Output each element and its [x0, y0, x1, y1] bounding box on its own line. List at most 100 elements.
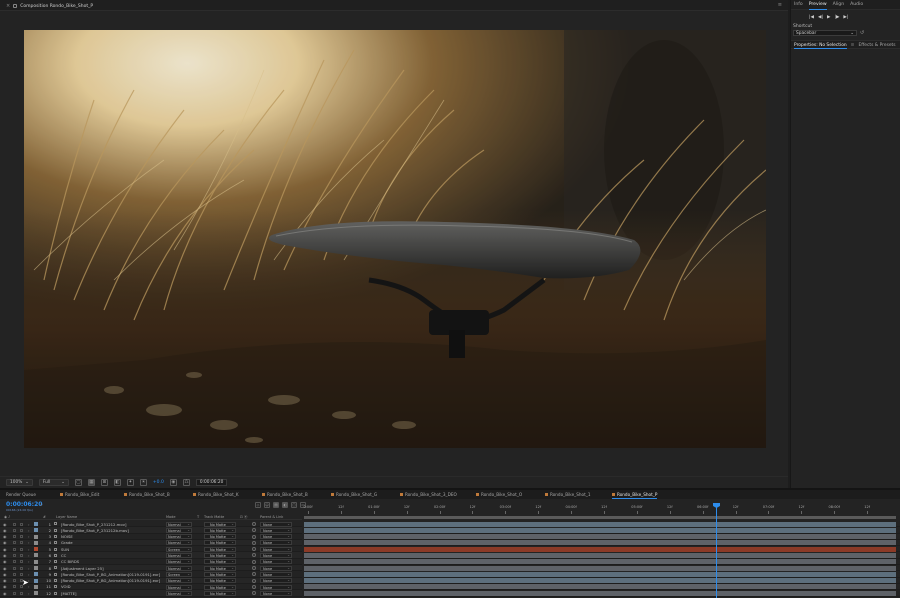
- track-matte-dropdown[interactable]: No Matte: [204, 584, 236, 590]
- label-color-swatch[interactable]: [34, 572, 38, 577]
- layer-name[interactable]: [Adjustment Layer 25]: [61, 566, 161, 571]
- magnification-dropdown[interactable]: 100% ⌄: [6, 479, 33, 486]
- previous-frame-button[interactable]: ◀|: [818, 15, 823, 20]
- blend-mode-dropdown[interactable]: Normal: [166, 559, 192, 565]
- solo-toggle[interactable]: [13, 535, 16, 539]
- eye-icon[interactable]: ◉: [3, 522, 7, 527]
- track-matte-dropdown[interactable]: No Matte: [204, 521, 236, 527]
- layer-duration-bar[interactable]: [304, 571, 896, 577]
- color-management-icon[interactable]: ✦: [126, 479, 134, 486]
- pick-whip-icon[interactable]: [252, 591, 256, 596]
- expand-chevron-icon[interactable]: ›: [28, 553, 30, 558]
- lock-toggle[interactable]: [20, 566, 23, 570]
- work-area-bar[interactable]: [304, 516, 896, 519]
- layer-duration-bar[interactable]: [304, 590, 896, 596]
- tab-comp-active[interactable]: Rondo_Bike_Shot_P: [612, 491, 658, 499]
- eye-icon[interactable]: ◉: [3, 559, 7, 564]
- blend-mode-dropdown[interactable]: Normal: [166, 534, 192, 540]
- hamburger-menu-icon[interactable]: ≡: [778, 2, 782, 8]
- layer-name[interactable]: [MATTE]: [61, 591, 161, 596]
- lock-toggle[interactable]: [20, 553, 23, 557]
- label-color-swatch[interactable]: [34, 528, 38, 533]
- layer-name[interactable]: VOID: [61, 584, 161, 589]
- layer-duration-bar[interactable]: [304, 521, 896, 527]
- pick-whip-icon[interactable]: [252, 553, 256, 558]
- expand-chevron-icon[interactable]: ›: [28, 559, 30, 564]
- expand-chevron-icon[interactable]: ›: [28, 534, 30, 539]
- pick-whip-icon[interactable]: [252, 584, 256, 589]
- layer-row[interactable]: ◉ › 12 [MATTE] Normal No Matte None: [0, 590, 302, 597]
- pick-whip-icon[interactable]: [252, 534, 256, 539]
- label-color-swatch[interactable]: [34, 547, 38, 552]
- eye-icon[interactable]: ◉: [3, 584, 7, 589]
- expand-chevron-icon[interactable]: ›: [28, 528, 30, 533]
- lock-toggle[interactable]: [20, 522, 23, 526]
- layer-duration-bar[interactable]: [304, 584, 896, 590]
- composition-viewer[interactable]: [24, 30, 766, 448]
- expand-chevron-icon[interactable]: ›: [28, 572, 30, 577]
- solo-toggle[interactable]: [13, 579, 16, 583]
- parent-dropdown[interactable]: None: [260, 546, 292, 552]
- layer-name[interactable]: Grade: [61, 540, 161, 545]
- tab-audio[interactable]: Audio: [847, 0, 866, 9]
- mask-visibility-icon[interactable]: ◧: [113, 479, 121, 486]
- label-color-swatch[interactable]: [34, 578, 38, 583]
- track-matte-dropdown[interactable]: No Matte: [204, 546, 236, 552]
- pick-whip-icon[interactable]: [252, 578, 256, 583]
- blend-mode-dropdown[interactable]: Normal: [166, 527, 192, 533]
- switches-icon[interactable]: ⊡ ⦿: [240, 515, 248, 520]
- pick-whip-icon[interactable]: [252, 528, 256, 533]
- track-matte-dropdown[interactable]: No Matte: [204, 578, 236, 584]
- pick-whip-icon[interactable]: [252, 559, 256, 564]
- lock-toggle[interactable]: [20, 547, 23, 551]
- region-of-interest-icon[interactable]: ▢: [74, 479, 82, 486]
- close-icon[interactable]: ×: [6, 3, 10, 9]
- reset-icon[interactable]: ↺: [860, 30, 864, 36]
- eye-icon[interactable]: ◉: [3, 534, 7, 539]
- tab-info[interactable]: Info: [791, 0, 806, 9]
- graph-editor-icon[interactable]: ◫: [291, 502, 297, 508]
- pick-whip-icon[interactable]: [252, 547, 256, 552]
- parent-dropdown[interactable]: None: [260, 527, 292, 533]
- solo-toggle[interactable]: [13, 522, 16, 526]
- playhead-line[interactable]: [716, 504, 717, 598]
- lock-icon[interactable]: [13, 4, 18, 8]
- parent-dropdown[interactable]: None: [260, 553, 292, 559]
- first-frame-button[interactable]: |◀: [809, 15, 814, 20]
- solo-toggle[interactable]: [13, 528, 16, 532]
- tab-comp[interactable]: Rondo_Bike_Shot_K: [193, 491, 239, 498]
- layer-name[interactable]: [Rondo_Bike_Shot_P_231212.mov]: [61, 522, 161, 527]
- track-matte-dropdown[interactable]: No Matte: [204, 590, 236, 596]
- expand-chevron-icon[interactable]: ›: [28, 547, 30, 552]
- layer-duration-bar[interactable]: [304, 559, 896, 565]
- resolution-dropdown[interactable]: Full ⌄: [38, 479, 69, 486]
- label-color-swatch[interactable]: [34, 522, 38, 526]
- parent-dropdown[interactable]: None: [260, 559, 292, 565]
- eye-icon[interactable]: ◉: [3, 540, 7, 545]
- track-matte-dropdown[interactable]: No Matte: [204, 534, 236, 540]
- last-frame-button[interactable]: ▶|: [843, 15, 848, 20]
- lock-toggle[interactable]: [20, 528, 23, 532]
- expand-chevron-icon[interactable]: ›: [28, 566, 30, 571]
- solo-toggle[interactable]: [13, 572, 16, 576]
- parent-dropdown[interactable]: None: [260, 565, 292, 571]
- solo-toggle[interactable]: [13, 541, 16, 545]
- track-matte-dropdown[interactable]: No Matte: [204, 571, 236, 577]
- snapshot-camera-icon[interactable]: ◉: [169, 479, 177, 486]
- column-layer-name[interactable]: Layer Name: [56, 515, 77, 519]
- lock-toggle[interactable]: [20, 541, 23, 545]
- solo-toggle[interactable]: [13, 560, 16, 564]
- blend-mode-dropdown[interactable]: Normal: [166, 590, 192, 596]
- eye-icon[interactable]: ◉: [3, 591, 7, 596]
- parent-dropdown[interactable]: None: [260, 578, 292, 584]
- layer-name[interactable]: SUN: [61, 547, 161, 552]
- track-matte-dropdown[interactable]: No Matte: [204, 527, 236, 533]
- solo-toggle[interactable]: [13, 585, 16, 589]
- parent-dropdown[interactable]: None: [260, 521, 292, 527]
- layer-duration-bar[interactable]: [304, 565, 896, 571]
- tab-render-queue[interactable]: Render Queue: [6, 491, 36, 498]
- layer-name[interactable]: CC BIRDS: [61, 559, 161, 564]
- draft-3d-icon[interactable]: ◇: [255, 502, 261, 508]
- lock-toggle[interactable]: [20, 591, 23, 595]
- timeline-timecode[interactable]: 0:00:06:20: [6, 501, 42, 508]
